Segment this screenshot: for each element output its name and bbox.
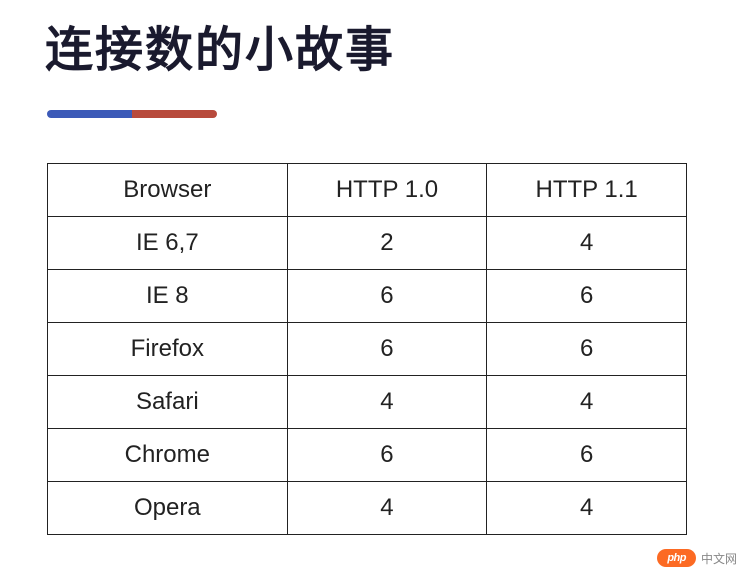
cell-browser: Chrome xyxy=(48,429,288,482)
decorator-blue xyxy=(47,110,132,118)
table-row: Firefox 6 6 xyxy=(48,323,687,376)
cell-browser: Firefox xyxy=(48,323,288,376)
cell-browser: Safari xyxy=(48,376,288,429)
header-browser: Browser xyxy=(48,164,288,217)
cell-http10: 4 xyxy=(287,482,487,535)
cell-http11: 4 xyxy=(487,217,687,270)
cell-http11: 6 xyxy=(487,270,687,323)
cell-http11: 6 xyxy=(487,429,687,482)
cell-http10: 6 xyxy=(287,323,487,376)
cell-http10: 6 xyxy=(287,429,487,482)
cell-http11: 6 xyxy=(487,323,687,376)
cell-http10: 6 xyxy=(287,270,487,323)
cell-browser: Opera xyxy=(48,482,288,535)
watermark: php 中文网 xyxy=(657,549,737,567)
cell-browser: IE 8 xyxy=(48,270,288,323)
header-http11: HTTP 1.1 xyxy=(487,164,687,217)
cell-http11: 4 xyxy=(487,482,687,535)
decorator-red xyxy=(132,110,217,118)
table-header-row: Browser HTTP 1.0 HTTP 1.1 xyxy=(48,164,687,217)
cell-http10: 2 xyxy=(287,217,487,270)
cell-http10: 4 xyxy=(287,376,487,429)
page-title: 连接数的小故事 xyxy=(45,10,722,80)
watermark-text: 中文网 xyxy=(701,550,737,567)
table-row: IE 6,7 2 4 xyxy=(48,217,687,270)
cell-http11: 4 xyxy=(487,376,687,429)
connection-table: Browser HTTP 1.0 HTTP 1.1 IE 6,7 2 4 IE … xyxy=(47,163,687,535)
table-row: Chrome 6 6 xyxy=(48,429,687,482)
table-row: Opera 4 4 xyxy=(48,482,687,535)
table-row: IE 8 6 6 xyxy=(48,270,687,323)
watermark-badge: php xyxy=(657,549,696,567)
cell-browser: IE 6,7 xyxy=(48,217,288,270)
header-http10: HTTP 1.0 xyxy=(287,164,487,217)
title-decorator xyxy=(47,110,722,118)
table-row: Safari 4 4 xyxy=(48,376,687,429)
